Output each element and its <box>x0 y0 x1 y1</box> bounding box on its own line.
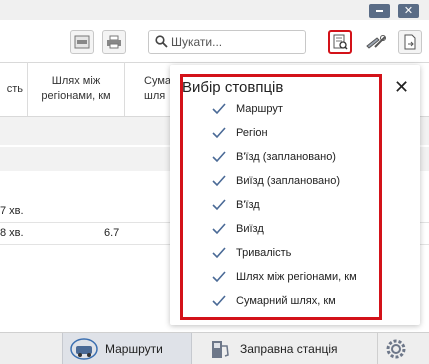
export-icon <box>404 34 416 50</box>
column-select-button[interactable] <box>328 30 352 54</box>
duration-cell: 8 хв. <box>0 227 24 239</box>
title-bar: ✕ <box>0 0 429 20</box>
column-header-duration[interactable]: сть <box>0 62 28 116</box>
tools-button[interactable] <box>364 30 388 54</box>
route-map-icon <box>70 337 98 360</box>
column-option-duration[interactable]: Тривалість <box>210 244 291 262</box>
toolbar <box>0 20 429 63</box>
column-header-region-distance[interactable]: Шлях між регіонами, км <box>28 62 125 116</box>
column-option-label: В'їзд (заплановано) <box>236 151 336 163</box>
column-option-region-distance[interactable]: Шлях між регіонами, км <box>210 268 357 286</box>
printer-icon <box>107 35 121 49</box>
file-button[interactable] <box>70 30 94 54</box>
checkbox-checked-icon[interactable] <box>210 220 228 238</box>
column-option-total-distance[interactable]: Сумарний шлях, км <box>210 292 336 310</box>
column-option-label: Маршрут <box>236 103 283 115</box>
close-window-button[interactable]: ✕ <box>398 4 419 18</box>
gas-station-icon <box>212 340 229 358</box>
column-option-label: Виїзд <box>236 223 264 235</box>
checkbox-checked-icon[interactable] <box>210 244 228 262</box>
column-option-entry[interactable]: В'їзд <box>210 196 260 214</box>
bottom-nav: Маршрути Заправна станція <box>0 332 429 364</box>
tab-routes[interactable]: Маршрути <box>62 333 192 364</box>
tab-gas-station[interactable]: Заправна станція <box>208 333 358 364</box>
settings-button[interactable] <box>377 333 414 364</box>
column-option-entry-planned[interactable]: В'їзд (заплановано) <box>210 148 336 166</box>
duration-cell: 7 хв. <box>0 205 24 217</box>
distance-cell: 6.7 <box>104 227 120 239</box>
tools-icon <box>366 35 386 49</box>
export-button[interactable] <box>398 30 422 54</box>
column-option-label: Сумарний шлях, км <box>236 295 336 307</box>
column-option-label: Виїзд (заплановано) <box>236 175 341 187</box>
checkbox-checked-icon[interactable] <box>210 292 228 310</box>
search-input[interactable] <box>171 33 299 51</box>
minimize-button[interactable] <box>369 4 390 18</box>
column-option-exit-planned[interactable]: Виїзд (заплановано) <box>210 172 340 190</box>
print-button[interactable] <box>102 30 126 54</box>
close-icon: ✕ <box>403 5 414 17</box>
close-popup-icon[interactable]: ✕ <box>394 78 409 96</box>
column-option-label: В'їзд <box>236 199 260 211</box>
column-option-label: Регіон <box>236 127 268 139</box>
checkbox-checked-icon[interactable] <box>210 148 228 166</box>
checkbox-checked-icon[interactable] <box>210 124 228 142</box>
minimize-icon <box>376 10 383 12</box>
column-option-label: Тривалість <box>236 247 292 259</box>
column-select-icon <box>333 34 348 50</box>
search-icon <box>155 35 168 48</box>
checkbox-checked-icon[interactable] <box>210 196 228 214</box>
column-option-label: Шлях між регіонами, км <box>236 271 357 283</box>
search-box[interactable] <box>148 30 306 54</box>
column-option-region[interactable]: Регіон <box>210 124 268 142</box>
column-option-exit[interactable]: Виїзд <box>210 220 264 238</box>
file-icon <box>74 35 90 49</box>
checkbox-checked-icon[interactable] <box>210 268 228 286</box>
tab-routes-label: Маршрути <box>105 341 163 356</box>
checkbox-checked-icon[interactable] <box>210 172 228 190</box>
checkbox-checked-icon[interactable] <box>210 100 228 118</box>
column-picker-title: Вибір стовпців <box>182 79 284 96</box>
tab-gas-station-label: Заправна станція <box>240 341 338 356</box>
gear-icon <box>386 339 406 358</box>
column-option-route[interactable]: Маршрут <box>210 100 283 118</box>
